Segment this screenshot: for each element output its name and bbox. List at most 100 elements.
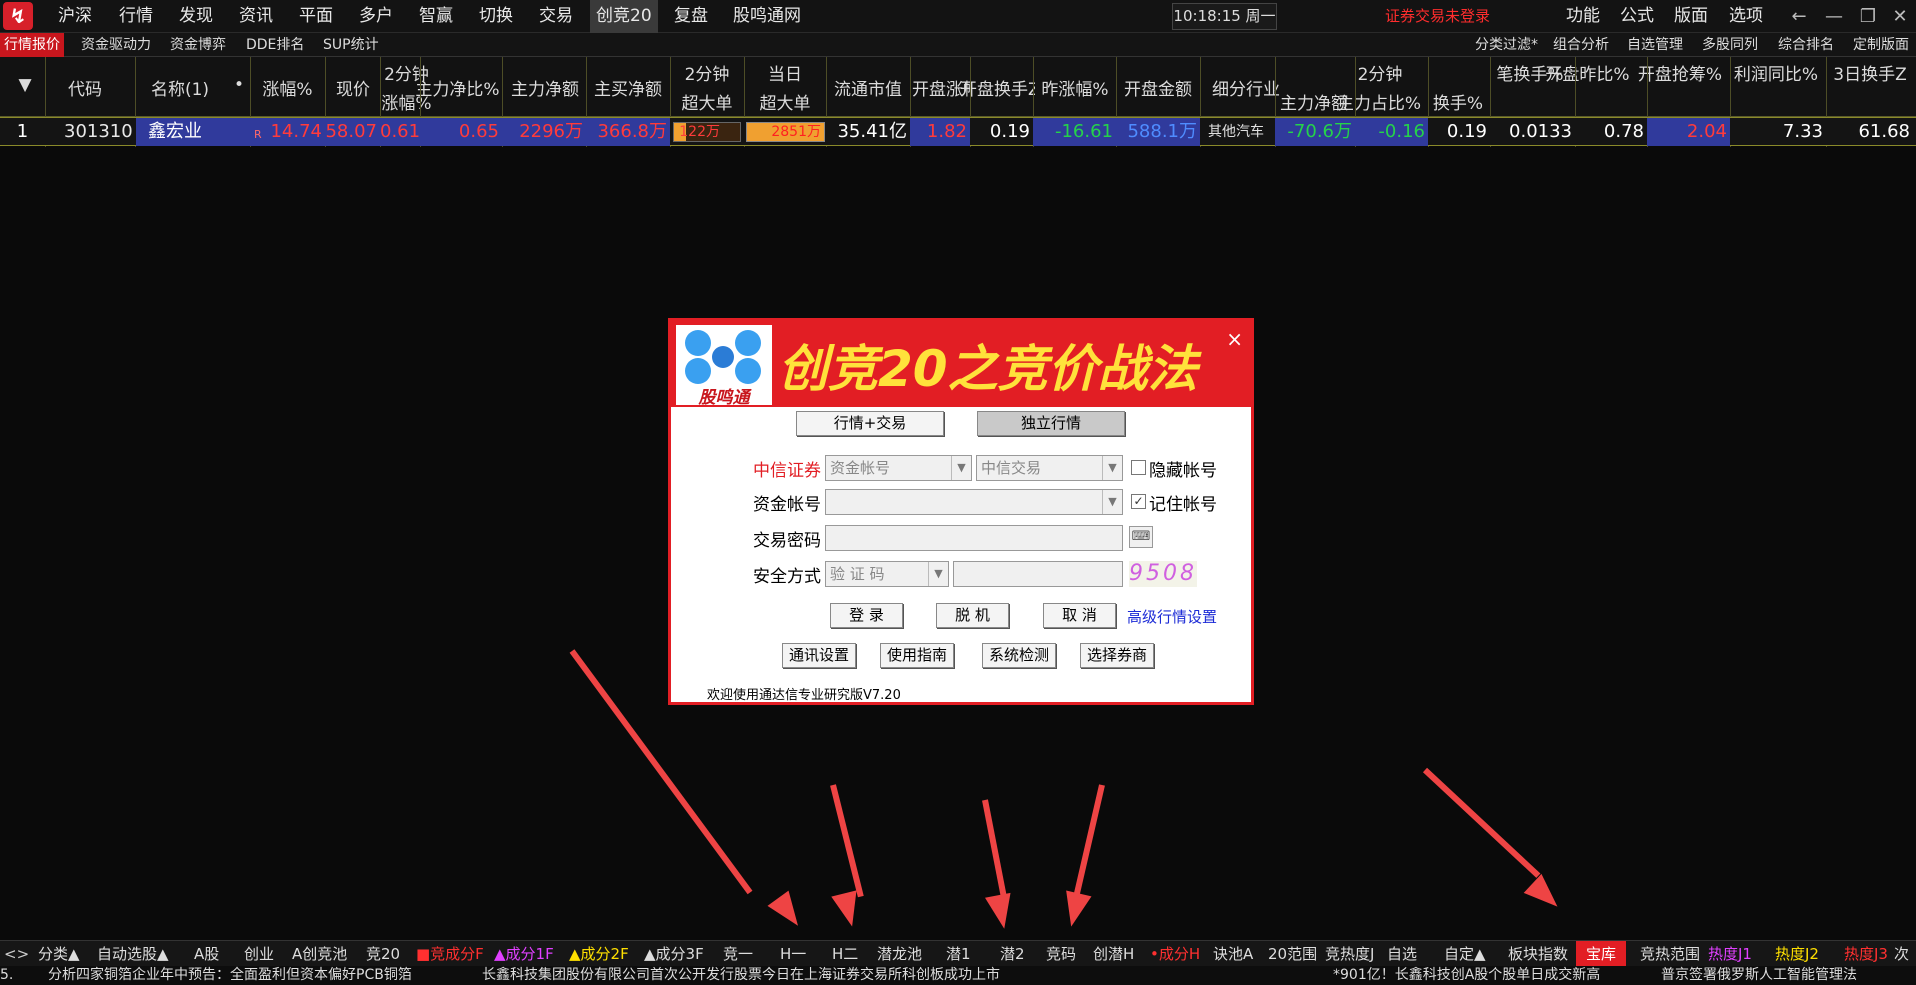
tab-fund-drive[interactable]: 资金驱动力 xyxy=(77,33,155,57)
col-g2-turn[interactable]: 换手% xyxy=(1428,89,1488,114)
back-arrow-icon[interactable]: ← xyxy=(1785,3,1813,31)
category-tab[interactable]: 20范围 xyxy=(1268,941,1317,967)
category-tab[interactable]: 竞热范围 xyxy=(1640,941,1700,967)
menu-faxian[interactable]: 发现 xyxy=(173,0,219,33)
category-tab[interactable]: H一 xyxy=(780,941,806,967)
account-type-select[interactable]: 资金帐号 ▼ xyxy=(825,455,972,481)
category-tab[interactable]: 竞码 xyxy=(1046,941,1076,967)
password-input[interactable] xyxy=(825,525,1123,551)
category-tab[interactable]: 竞一 xyxy=(723,941,753,967)
category-tab[interactable]: 热度J1 xyxy=(1708,941,1752,967)
captcha-image[interactable]: 9508 xyxy=(1129,561,1197,587)
tab-combo[interactable]: 组合分析 xyxy=(1549,33,1613,57)
col-prev-chg[interactable]: 昨涨幅% xyxy=(1035,75,1115,100)
col-float-cap[interactable]: 流通市值 xyxy=(827,75,909,100)
sort-icon[interactable]: ▼ xyxy=(10,75,40,95)
tab-sup[interactable]: SUP统计 xyxy=(319,33,383,57)
col-big2-bot[interactable]: 超大单 xyxy=(672,89,742,114)
category-tab[interactable]: ▲成分2F xyxy=(569,941,629,967)
category-tab[interactable]: 次 xyxy=(1894,941,1909,967)
category-tab[interactable]: 潜1 xyxy=(946,941,971,967)
col-open-prev[interactable]: 开盘昨比% xyxy=(1540,60,1635,85)
category-tab[interactable]: ▲成分1F xyxy=(494,941,554,967)
category-tab[interactable]: A创竞池 xyxy=(292,941,347,967)
ticker-item[interactable]: *901亿！长鑫科技创A股个股单日成交新高 xyxy=(1333,966,1600,985)
category-tab[interactable]: 创业 xyxy=(244,941,274,967)
user-guide-button[interactable]: 使用指南 xyxy=(880,643,954,668)
tab-dde[interactable]: DDE排名 xyxy=(242,33,308,57)
tab-quote[interactable]: 行情报价 xyxy=(0,33,64,57)
tab-filter[interactable]: 分类过滤* xyxy=(1471,33,1542,57)
category-tab[interactable]: 潜龙池 xyxy=(877,941,922,967)
menu-gongneng[interactable]: 功能 xyxy=(1566,0,1600,33)
category-tab[interactable]: 自定▲ xyxy=(1444,941,1486,967)
mode-standalone-button[interactable]: 独立行情 xyxy=(977,411,1125,436)
comm-settings-button[interactable]: 通讯设置 xyxy=(782,643,856,668)
menu-zhiying[interactable]: 智赢 xyxy=(413,0,459,33)
close-icon[interactable]: ✕ xyxy=(1886,3,1914,31)
menu-gumingtong[interactable]: 股鸣通网 xyxy=(727,0,807,33)
menu-fupan[interactable]: 复盘 xyxy=(668,0,714,33)
category-tab[interactable]: 诀池A xyxy=(1213,941,1253,967)
col-buy-net[interactable]: 主买净额 xyxy=(587,75,669,100)
col-main-net[interactable]: 主力净额 xyxy=(505,75,585,100)
col-g2-ratio[interactable]: 主力占比% xyxy=(1330,89,1428,114)
category-tab[interactable]: 竞热度J xyxy=(1325,941,1374,967)
col-open-turn[interactable]: 开盘换手Z xyxy=(960,75,1035,100)
login-button[interactable]: 登 录 xyxy=(830,603,903,628)
app-logo-icon[interactable]: ↯ xyxy=(3,2,33,30)
col-bigday-bot[interactable]: 超大单 xyxy=(745,89,825,114)
menu-xuanxiang[interactable]: 选项 xyxy=(1729,0,1763,33)
category-tab[interactable]: 热度J3 xyxy=(1844,941,1888,967)
tab-multi[interactable]: 多股同列 xyxy=(1698,33,1762,57)
system-check-button[interactable]: 系统检测 xyxy=(982,643,1056,668)
keyboard-icon[interactable]: ⌨ xyxy=(1129,526,1153,548)
category-tab[interactable]: 竞20 xyxy=(366,941,400,967)
mode-quote-trade-button[interactable]: 行情+交易 xyxy=(796,411,944,436)
category-tab[interactable]: 板块指数 xyxy=(1508,941,1568,967)
ticker-item[interactable]: 分析四家铜箔企业年中预告：全面盈利但资本偏好PCB铜箔 xyxy=(48,966,412,985)
menu-zixun[interactable]: 资讯 xyxy=(233,0,279,33)
col-price[interactable]: 现价 xyxy=(328,75,378,100)
trade-status-text[interactable]: 证券交易未登录 xyxy=(1385,0,1490,33)
col-profit[interactable]: 利润同比% xyxy=(1728,60,1824,85)
category-tab[interactable]: 自选 xyxy=(1387,941,1417,967)
tab-fund-game[interactable]: 资金博弈 xyxy=(166,33,230,57)
remember-account-checkbox[interactable]: ✓ xyxy=(1131,494,1146,509)
security-select[interactable]: 验 证 码 ▼ xyxy=(825,561,949,587)
menu-pingmian[interactable]: 平面 xyxy=(293,0,339,33)
category-tab[interactable]: 自动选股▲ xyxy=(97,941,169,967)
ticker-item[interactable]: 普京签署俄罗斯人工智能管理法 xyxy=(1661,966,1857,985)
menu-qiehuan[interactable]: 切换 xyxy=(473,0,519,33)
hide-account-checkbox[interactable] xyxy=(1131,460,1146,475)
category-tab[interactable]: H二 xyxy=(832,941,858,967)
server-select[interactable]: 中信交易 ▼ xyxy=(976,455,1123,481)
col-name[interactable]: 名称(1) xyxy=(140,75,220,100)
col-bigday-top[interactable]: 当日 xyxy=(745,60,825,85)
menu-duohu[interactable]: 多户 xyxy=(353,0,399,33)
menu-jiaoyi[interactable]: 交易 xyxy=(533,0,579,33)
menu-hushen[interactable]: 沪深 xyxy=(52,0,98,33)
tab-custom[interactable]: 定制版面 xyxy=(1849,33,1913,57)
col-chg[interactable]: 涨幅% xyxy=(255,75,320,100)
category-tab[interactable]: ▲成分3F xyxy=(644,941,704,967)
category-tab[interactable]: 分类▲ xyxy=(38,941,80,967)
category-tab[interactable]: <> xyxy=(4,941,29,967)
col-g2-top[interactable]: 2分钟 xyxy=(1280,60,1480,85)
col-open-amt[interactable]: 开盘金额 xyxy=(1117,75,1199,100)
select-broker-button[interactable]: 选择券商 xyxy=(1080,643,1154,668)
account-input[interactable]: ▼ xyxy=(825,489,1123,515)
tab-rank[interactable]: 综合排名 xyxy=(1774,33,1838,57)
ticker-item[interactable]: 长鑫科技集团股份有限公司首次公开发行股票今日在上海证券交易所科创板成功上市 xyxy=(482,966,1000,985)
table-row[interactable]: 1 301310 鑫宏业 R 14.74 58.07 0.61 0.65 229… xyxy=(0,117,1916,146)
menu-gongshi[interactable]: 公式 xyxy=(1620,0,1654,33)
category-tab[interactable]: 热度J2 xyxy=(1775,941,1819,967)
menu-hangqing[interactable]: 行情 xyxy=(113,0,159,33)
col-code[interactable]: 代码 xyxy=(55,75,115,100)
menu-banmian[interactable]: 版面 xyxy=(1674,0,1708,33)
col-big2-top[interactable]: 2分钟 xyxy=(672,60,742,85)
category-tab[interactable]: ■竞成分F xyxy=(416,941,484,967)
dialog-close-icon[interactable]: × xyxy=(1226,327,1243,351)
category-tab[interactable]: A股 xyxy=(194,941,219,967)
col-turn3[interactable]: 3日换手Z xyxy=(1826,60,1914,85)
